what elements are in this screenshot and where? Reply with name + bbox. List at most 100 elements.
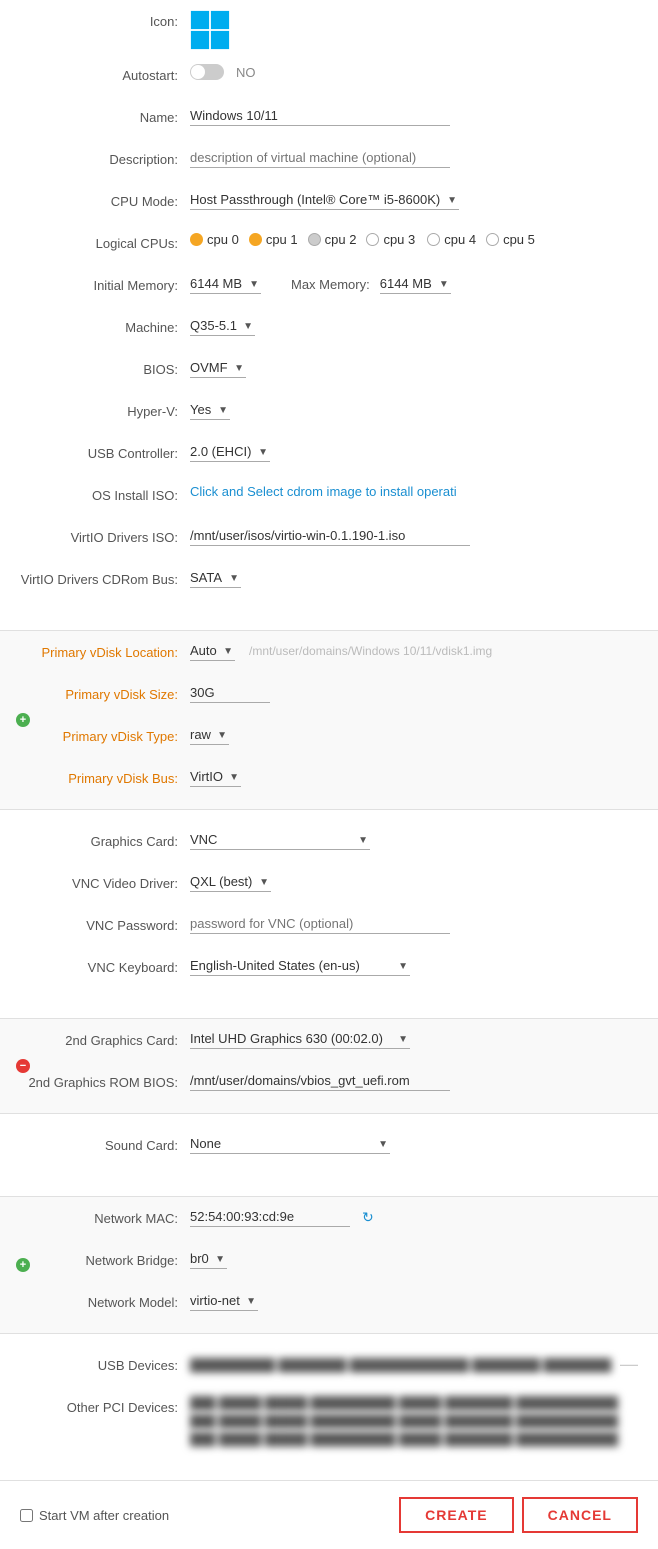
bios-select[interactable]: OVMF: [190, 358, 246, 378]
virtio-cdrom-value[interactable]: SATA ▼: [190, 568, 638, 588]
vnc-keyboard-select[interactable]: English-United States (en-us): [190, 956, 410, 976]
usb-devices-value[interactable]: ██████████ ████████ ██████████████ █████…: [190, 1354, 638, 1375]
graphics2-rom-input[interactable]: [190, 1071, 450, 1091]
cancel-button[interactable]: CANCEL: [522, 1497, 638, 1533]
virtio-cdrom-select[interactable]: SATA: [190, 568, 241, 588]
vdisk-type-value[interactable]: raw ▼: [190, 725, 638, 745]
vnc-keyboard-value[interactable]: English-United States (en-us) ▼: [190, 956, 638, 976]
bios-value[interactable]: OVMF ▼: [190, 358, 638, 378]
graphics-card-select[interactable]: VNC: [190, 830, 370, 850]
machine-select-wrap[interactable]: Q35-5.1 ▼: [190, 316, 255, 336]
vnc-video-select[interactable]: QXL (best): [190, 872, 271, 892]
graphics2-value[interactable]: Intel UHD Graphics 630 (00:02.0) ▼: [190, 1029, 638, 1049]
vdisk-type-select-wrap[interactable]: raw ▼: [190, 725, 229, 745]
graphics2-remove-indicator[interactable]: −: [16, 1059, 30, 1073]
usb-controller-select[interactable]: 2.0 (EHCI): [190, 442, 270, 462]
os-install-label: OS Install ISO:: [20, 484, 190, 503]
cpu-item-5[interactable]: cpu 5: [486, 232, 535, 247]
create-button[interactable]: CREATE: [399, 1497, 514, 1533]
usb-devices-blurred: ██████████ ████████ ██████████████ █████…: [190, 1358, 611, 1372]
max-memory-select-wrap[interactable]: 6144 MB ▼: [380, 274, 451, 294]
virtio-drivers-input[interactable]: [190, 526, 470, 546]
vdisk-bus-value[interactable]: VirtIO ▼: [190, 767, 638, 787]
machine-value[interactable]: Q35-5.1 ▼: [190, 316, 638, 336]
graphics2-select-wrap[interactable]: Intel UHD Graphics 630 (00:02.0) ▼: [190, 1029, 410, 1049]
network-model-label: Network Model:: [20, 1291, 190, 1310]
usb-controller-value[interactable]: 2.0 (EHCI) ▼: [190, 442, 638, 462]
virtio-drivers-value[interactable]: [190, 526, 638, 546]
cpu-mode-value[interactable]: Host Passthrough (Intel® Core™ i5-8600K)…: [190, 190, 638, 210]
vdisk-location-select[interactable]: Auto: [190, 641, 235, 661]
network-bridge-select-wrap[interactable]: br0 ▼: [190, 1249, 227, 1269]
cpu-mode-select[interactable]: Host Passthrough (Intel® Core™ i5-8600K): [190, 190, 459, 210]
bios-label: BIOS:: [20, 358, 190, 377]
vdisk-size-input[interactable]: [190, 683, 270, 703]
name-value[interactable]: [190, 106, 638, 126]
start-vm-checkbox[interactable]: [20, 1509, 33, 1522]
vnc-keyboard-select-wrap[interactable]: English-United States (en-us) ▼: [190, 956, 410, 976]
vdisk-location-value[interactable]: Auto ▼ /mnt/user/domains/Windows 10/11/v…: [190, 641, 638, 661]
graphics-card-value[interactable]: VNC ▼: [190, 830, 638, 850]
vdisk-location-select-wrap[interactable]: Auto ▼: [190, 641, 235, 661]
cpu-item-3[interactable]: cpu 3: [366, 232, 415, 247]
vnc-password-value[interactable]: [190, 914, 638, 934]
description-input[interactable]: [190, 148, 450, 168]
sound-card-value[interactable]: None ▼: [190, 1134, 638, 1154]
vnc-keyboard-label: VNC Keyboard:: [20, 956, 190, 975]
vdisk-size-value[interactable]: [190, 683, 638, 703]
network-model-value[interactable]: virtio-net ▼: [190, 1291, 638, 1311]
graphics2-select[interactable]: Intel UHD Graphics 630 (00:02.0): [190, 1029, 410, 1049]
sound-card-select-wrap[interactable]: None ▼: [190, 1134, 390, 1154]
network-bridge-select[interactable]: br0: [190, 1249, 227, 1269]
graphics2-rom-value[interactable]: [190, 1071, 638, 1091]
sound-card-select[interactable]: None: [190, 1134, 390, 1154]
vdisk-bus-select-wrap[interactable]: VirtIO ▼: [190, 767, 241, 787]
network-add-indicator[interactable]: +: [16, 1258, 30, 1272]
autostart-label: Autostart:: [20, 64, 190, 83]
vdisk-add-indicator[interactable]: +: [16, 713, 30, 727]
vnc-video-select-wrap[interactable]: QXL (best) ▼: [190, 872, 271, 892]
cpu-item-0[interactable]: cpu 0: [190, 232, 239, 247]
vdisk-type-select[interactable]: raw: [190, 725, 229, 745]
initial-memory-value[interactable]: 6144 MB ▼ Max Memory: 6144 MB ▼: [190, 274, 638, 294]
cpu-item-1[interactable]: cpu 1: [249, 232, 298, 247]
hyperv-select-wrap[interactable]: Yes ▼: [190, 400, 230, 420]
vnc-video-value[interactable]: QXL (best) ▼: [190, 872, 638, 892]
vnc-password-label: VNC Password:: [20, 914, 190, 933]
graphics-card-select-wrap[interactable]: VNC ▼: [190, 830, 370, 850]
machine-select[interactable]: Q35-5.1: [190, 316, 255, 336]
hyperv-value[interactable]: Yes ▼: [190, 400, 638, 420]
other-pci-blurred-3: ███ █████ █████ ██████████ █████ ███████…: [190, 1432, 638, 1446]
usb-controller-select-wrap[interactable]: 2.0 (EHCI) ▼: [190, 442, 270, 462]
cpu-item-4[interactable]: cpu 4: [427, 232, 476, 247]
network-mac-value[interactable]: ↻: [190, 1207, 638, 1227]
autostart-value[interactable]: NO: [190, 64, 638, 80]
network-model-select-wrap[interactable]: virtio-net ▼: [190, 1291, 258, 1311]
network-bridge-value[interactable]: br0 ▼: [190, 1249, 638, 1269]
other-pci-value[interactable]: ███ █████ █████ ██████████ █████ ███████…: [190, 1396, 638, 1446]
network-model-select[interactable]: virtio-net: [190, 1291, 258, 1311]
name-input[interactable]: [190, 106, 450, 126]
autostart-toggle[interactable]: [190, 64, 224, 80]
os-install-value[interactable]: Click and Select cdrom image to install …: [190, 484, 638, 499]
description-value[interactable]: [190, 148, 638, 168]
start-vm-wrap[interactable]: Start VM after creation: [20, 1508, 399, 1523]
cpu-item-2[interactable]: cpu 2: [308, 232, 357, 247]
virtio-cdrom-select-wrap[interactable]: SATA ▼: [190, 568, 241, 588]
virtio-cdrom-label: VirtIO Drivers CDRom Bus:: [20, 568, 190, 587]
initial-memory-select[interactable]: 6144 MB: [190, 274, 261, 294]
network-mac-label: Network MAC:: [20, 1207, 190, 1226]
vnc-password-input[interactable]: [190, 914, 450, 934]
mac-refresh-icon[interactable]: ↻: [362, 1209, 374, 1226]
max-memory-select[interactable]: 6144 MB: [380, 274, 451, 294]
bios-select-wrap[interactable]: OVMF ▼: [190, 358, 246, 378]
network-mac-input[interactable]: [190, 1207, 350, 1227]
os-install-placeholder[interactable]: Click and Select cdrom image to install …: [190, 484, 457, 499]
cpu-mode-select-wrap[interactable]: Host Passthrough (Intel® Core™ i5-8600K)…: [190, 190, 459, 210]
vdisk-bus-select[interactable]: VirtIO: [190, 767, 241, 787]
hyperv-select[interactable]: Yes: [190, 400, 230, 420]
initial-memory-label: Initial Memory:: [20, 274, 190, 293]
initial-memory-select-wrap[interactable]: 6144 MB ▼: [190, 274, 261, 294]
other-pci-label: Other PCI Devices:: [20, 1396, 190, 1415]
usb-devices-label: USB Devices:: [20, 1354, 190, 1373]
